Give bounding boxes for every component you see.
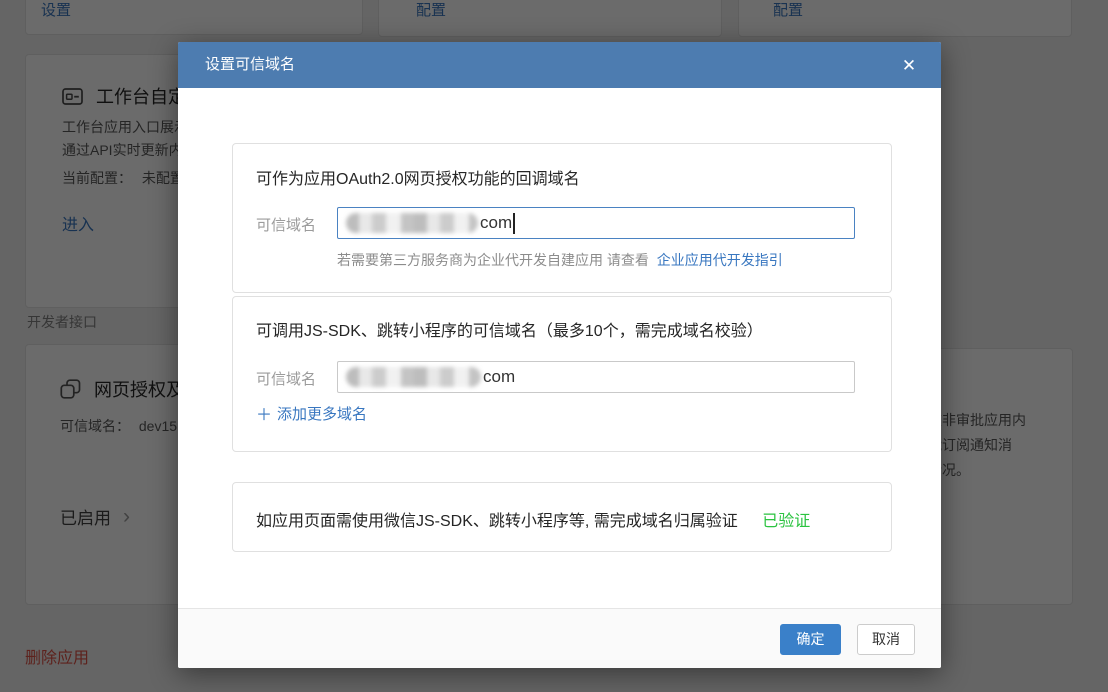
redacted-domain-blur <box>346 367 481 387</box>
trusted-domain-label-1: 可信域名 <box>256 214 316 235</box>
close-icon[interactable]: ✕ <box>898 55 920 77</box>
verify-text: 如应用页面需使用微信JS-SDK、跳转小程序等, 需完成域名归属验证 <box>256 513 738 530</box>
helper-row: 若需要第三方服务商为企业代开发自建应用 请查看 企业应用代开发指引 <box>337 250 783 270</box>
verified-status-link[interactable]: 已验证 <box>762 513 810 530</box>
verify-row: 如应用页面需使用微信JS-SDK、跳转小程序等, 需完成域名归属验证 已验证 <box>256 507 810 531</box>
dialog-footer: 确定 取消 <box>178 608 941 668</box>
oauth-domain-input[interactable]: com <box>337 207 855 239</box>
domain-suffix-text: com <box>483 367 515 387</box>
add-more-domains-link[interactable]: ＋ 添加更多域名 <box>256 401 367 425</box>
trusted-domain-label-2: 可信域名 <box>256 368 316 389</box>
dev-guide-link[interactable]: 企业应用代开发指引 <box>657 252 783 268</box>
dialog-title: 设置可信域名 <box>205 42 295 88</box>
domain-verification-section: 如应用页面需使用微信JS-SDK、跳转小程序等, 需完成域名归属验证 已验证 <box>232 482 892 552</box>
add-more-domains-label: 添加更多域名 <box>277 403 367 424</box>
jssdk-domain-section: 可调用JS-SDK、跳转小程序的可信域名（最多10个，需完成域名校验） 可信域名… <box>232 296 892 452</box>
plus-icon: ＋ <box>256 401 272 425</box>
oauth-section-heading: 可作为应用OAuth2.0网页授权功能的回调域名 <box>256 165 580 189</box>
cancel-button[interactable]: 取消 <box>857 624 915 655</box>
text-caret <box>513 213 515 234</box>
confirm-button[interactable]: 确定 <box>780 624 841 655</box>
domain-suffix-text: com <box>480 213 512 233</box>
set-trusted-domain-dialog: 设置可信域名 ✕ 可作为应用OAuth2.0网页授权功能的回调域名 可信域名 c… <box>178 42 941 668</box>
redacted-domain-blur <box>346 213 478 233</box>
oauth-domain-section: 可作为应用OAuth2.0网页授权功能的回调域名 可信域名 com 若需要第三方… <box>232 143 892 293</box>
dialog-header: 设置可信域名 ✕ <box>178 42 941 88</box>
jssdk-section-heading: 可调用JS-SDK、跳转小程序的可信域名（最多10个，需完成域名校验） <box>256 317 763 341</box>
helper-text: 若需要第三方服务商为企业代开发自建应用 请查看 <box>337 252 649 268</box>
jssdk-domain-input[interactable]: com <box>337 361 855 393</box>
